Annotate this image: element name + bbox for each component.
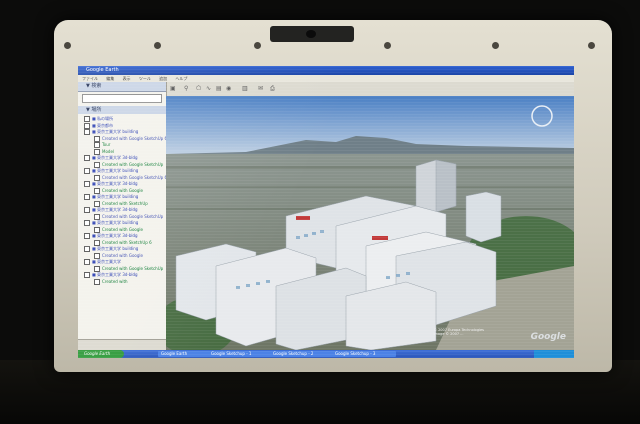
menu-bar: ファイル 編集 表示 ツール 追加 ヘルプ: [78, 75, 574, 82]
taskbar-item[interactable]: Google Sketchup - 1: [208, 351, 272, 357]
print-icon[interactable]: ⎙: [270, 85, 277, 92]
search-panel-header[interactable]: ▼ 検索: [78, 82, 166, 92]
laptop-bezel: Google Earth ファイル 編集 表示 ツール 追加 ヘルプ ▣ ⚲ ⬠…: [54, 20, 612, 372]
checkbox-icon[interactable]: [84, 194, 90, 200]
tour-icon[interactable]: ◉: [226, 85, 233, 92]
laptop-screen: Google Earth ファイル 編集 表示 ツール 追加 ヘルプ ▣ ⚲ ⬠…: [78, 66, 574, 358]
sidebar-toggle-icon[interactable]: ▣: [170, 85, 177, 92]
toolbar: ▣ ⚲ ⬠ ∿ ▤ ◉ ▥ ✉ ⎙: [166, 82, 574, 97]
tree-item-label: Model: [102, 148, 115, 154]
checkbox-icon[interactable]: [84, 207, 90, 213]
tree-item-label: ■ 東京工業大学 3d-bldg: [92, 233, 138, 238]
bezel-screw: [154, 42, 161, 49]
tree-item-label: ■ 東京工業大学: [92, 259, 122, 264]
tree-item-label: ■ 東京工業大学 building: [92, 194, 139, 199]
tree-item-label: Created with Google: [102, 252, 143, 258]
copyright-line: Image © 2007 ...: [433, 332, 464, 336]
tree-item-label: ■ 東京工業大学 3d-bldg: [92, 181, 138, 186]
checkbox-icon[interactable]: [94, 187, 100, 194]
tree-item[interactable]: Created with: [84, 278, 166, 286]
taskbar-item[interactable]: Google Earth: [158, 351, 210, 357]
earth-3d-scene: [166, 96, 574, 350]
bezel-screw: [588, 42, 595, 49]
places-tree: ■ 私の場所 ■ 東京都市 ■ 東京工業大学 building Created wit…: [78, 114, 166, 285]
menu-item-tools[interactable]: ツール: [139, 76, 151, 81]
sidebar-footer: [78, 339, 166, 350]
imagery-copyright: © 2007 Europa Technologies Image © 2007 …: [433, 328, 484, 336]
checkbox-icon[interactable]: [94, 148, 100, 155]
tree-item-label: Created with SketchUp: [102, 200, 148, 206]
tree-item-label: ■ 東京工業大学 building: [92, 220, 139, 225]
tree-item-label: Created with: [102, 278, 128, 284]
checkbox-icon[interactable]: [94, 135, 100, 142]
bezel-screw: [64, 42, 71, 49]
tree-item-label: ■ 東京工業大学 building: [92, 246, 139, 251]
window-titlebar[interactable]: Google Earth: [78, 66, 574, 75]
tree-item-label: ■ 私の場所: [92, 116, 114, 121]
bezel-screw: [254, 42, 261, 49]
tree-item-label: Created with Google SketchUp: [102, 213, 164, 219]
menu-item-help[interactable]: ヘルプ: [175, 76, 187, 81]
overlay-icon[interactable]: ▤: [216, 85, 223, 92]
tree-item-label: ■ 東京工業大学 building: [92, 168, 139, 173]
checkbox-icon[interactable]: [84, 155, 90, 161]
email-icon[interactable]: ✉: [258, 85, 265, 92]
search-input[interactable]: [82, 94, 162, 103]
polygon-icon[interactable]: ⬠: [196, 85, 203, 92]
path-icon[interactable]: ∿: [206, 85, 213, 92]
checkbox-icon[interactable]: [94, 226, 100, 233]
checkbox-icon[interactable]: [84, 272, 90, 278]
tree-item-label: Created with SketchUp 6: [102, 239, 152, 245]
tree-item-label: Created with Google SketchUp: [102, 265, 164, 271]
bezel-screw: [384, 42, 391, 49]
earth-3d-viewport[interactable]: © 2007 Europa Technologies Image © 2007 …: [166, 96, 574, 350]
checkbox-icon[interactable]: [94, 200, 100, 207]
checkbox-icon[interactable]: [84, 220, 90, 226]
tree-item-label: ■ 東京都市: [92, 122, 114, 128]
checkbox-icon[interactable]: [84, 168, 90, 174]
tree-item-label: Created with Google: [102, 187, 143, 193]
places-panel-header[interactable]: ▼ 場所: [78, 106, 166, 114]
checkbox-icon[interactable]: [84, 122, 90, 129]
menu-item-add[interactable]: 追加: [159, 76, 167, 81]
windows-taskbar: Google Earth Google Earth Google Sketchu…: [78, 350, 574, 358]
checkbox-icon[interactable]: [94, 161, 100, 168]
checkbox-icon[interactable]: [94, 278, 100, 285]
start-button[interactable]: Google Earth: [78, 350, 124, 358]
taskbar-item[interactable]: Google Sketchup - 3: [332, 351, 396, 357]
tree-item-label: ■ 東京工業大学 3d-bldg: [92, 155, 138, 160]
tree-item-label: ■ 東京工業大学 building: [92, 129, 139, 134]
checkbox-icon[interactable]: [94, 265, 100, 272]
bezel-screw: [492, 42, 499, 49]
checkbox-icon[interactable]: [84, 259, 90, 265]
system-tray: [534, 350, 574, 358]
tree-item-label: Created with Google SketchUp 6 Pro: [102, 135, 166, 141]
checkbox-icon[interactable]: [94, 252, 100, 259]
tree-item-label: Created with Google SketchUp: [102, 161, 164, 167]
menu-item-file[interactable]: ファイル: [82, 76, 98, 81]
tree-item-label: Created with Google: [102, 226, 143, 232]
sidebar-panel: ▼ 検索 ▼ 場所 ■ 私の場所 ■ 東京都市 ■ 東京工業大学 building C…: [78, 82, 167, 350]
checkbox-icon[interactable]: [84, 233, 90, 239]
tree-item-label: ■ 東京工業大学 3d-bldg: [92, 207, 138, 212]
checkbox-icon[interactable]: [84, 116, 90, 122]
tree-item-label: Tour: [102, 142, 111, 147]
webcam-icon: [270, 26, 354, 42]
checkbox-icon[interactable]: [94, 213, 100, 220]
checkbox-icon[interactable]: [94, 239, 100, 246]
window-title: Google Earth: [86, 67, 119, 73]
taskbar-item[interactable]: Google Sketchup - 2: [270, 351, 334, 357]
menu-item-edit[interactable]: 編集: [106, 76, 114, 81]
checkbox-icon[interactable]: [94, 142, 100, 148]
tree-item-label: ■ 東京工業大学 3d-bldg: [92, 272, 138, 277]
menu-item-view[interactable]: 表示: [123, 76, 131, 81]
google-logo: Google: [530, 332, 566, 342]
tree-item-label: Created with Google SketchUp 6: [102, 174, 166, 180]
checkbox-icon[interactable]: [94, 174, 100, 181]
placemark-icon[interactable]: ⚲: [184, 85, 191, 92]
checkbox-icon[interactable]: [84, 129, 90, 135]
checkbox-icon[interactable]: [84, 246, 90, 252]
checkbox-icon[interactable]: [84, 181, 90, 187]
ruler-icon[interactable]: ▥: [242, 85, 249, 92]
